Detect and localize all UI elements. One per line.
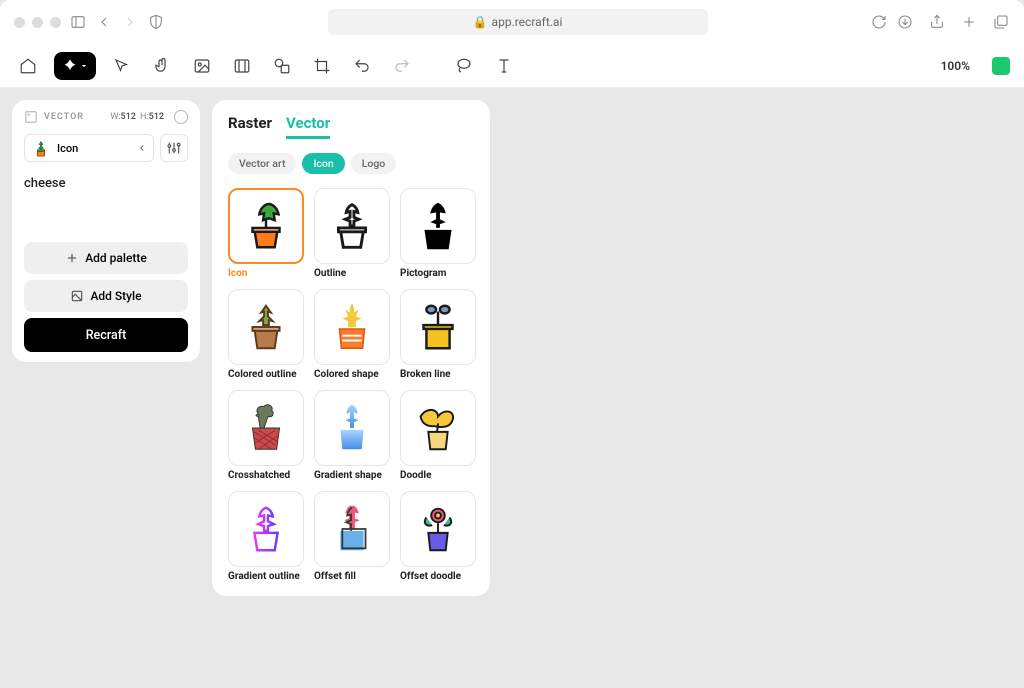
text-tool-icon[interactable] xyxy=(490,52,518,80)
url-bar[interactable]: 🔒 app.recraft.ai xyxy=(328,9,708,35)
style-label-doodle: Doodle xyxy=(400,470,476,481)
style-card-gradient-outline[interactable] xyxy=(228,491,304,567)
tabs-icon[interactable] xyxy=(992,13,1010,31)
shield-icon[interactable] xyxy=(147,13,165,31)
height-value[interactable]: 512 xyxy=(149,112,164,122)
add-style-button[interactable]: Add Style xyxy=(24,280,188,312)
home-icon[interactable] xyxy=(14,52,42,80)
nav-back-icon[interactable] xyxy=(95,13,113,31)
style-label: Icon xyxy=(57,142,78,155)
tab-raster[interactable]: Raster xyxy=(228,114,272,139)
style-label-outline: Outline xyxy=(314,268,390,279)
image-tool-icon[interactable] xyxy=(188,52,216,80)
style-card-gradient-shape[interactable] xyxy=(314,390,390,466)
history-icon[interactable] xyxy=(174,110,188,124)
main-area: VECTOR W:512 H:512 Icon cheese Add palet… xyxy=(0,88,1024,688)
traffic-lights xyxy=(14,17,61,28)
crop-tool-icon[interactable] xyxy=(308,52,336,80)
style-selector[interactable]: Icon xyxy=(24,134,154,162)
prompt-input[interactable]: cheese xyxy=(24,176,188,236)
redo-icon[interactable] xyxy=(388,52,416,80)
plus-icon xyxy=(65,251,79,265)
style-label-colored-outline: Colored outline xyxy=(228,369,304,380)
style-card-outline[interactable] xyxy=(314,188,390,264)
style-label-gradient-shape: Gradient shape xyxy=(314,470,390,481)
lasso-tool-icon[interactable] xyxy=(450,52,478,80)
style-card-crosshatched[interactable] xyxy=(228,390,304,466)
lock-icon: 🔒 xyxy=(473,15,488,29)
traffic-close[interactable] xyxy=(14,17,25,28)
mode-label: VECTOR xyxy=(44,112,84,122)
chip-logo[interactable]: Logo xyxy=(351,153,397,174)
traffic-min[interactable] xyxy=(32,17,43,28)
traffic-max[interactable] xyxy=(50,17,61,28)
style-label-colored-shape: Colored shape xyxy=(314,369,390,380)
settings-button[interactable] xyxy=(160,134,188,162)
style-card-broken-line[interactable] xyxy=(400,289,476,365)
sliders-icon xyxy=(166,140,182,156)
style-label-pictogram: Pictogram xyxy=(400,268,476,279)
url-text: app.recraft.ai xyxy=(492,15,563,29)
app-toolbar: 100% xyxy=(0,44,1024,88)
style-label-gradient-outline: Gradient outline xyxy=(228,571,304,582)
hand-tool-icon[interactable] xyxy=(148,52,176,80)
add-palette-button[interactable]: Add palette xyxy=(24,242,188,274)
style-card-doodle[interactable] xyxy=(400,390,476,466)
style-label-icon: Icon xyxy=(228,268,304,279)
width-value[interactable]: 512 xyxy=(121,112,136,122)
chip-icon[interactable]: Icon xyxy=(302,153,344,174)
style-label-broken-line: Broken line xyxy=(400,369,476,380)
style-card-icon[interactable] xyxy=(228,188,304,264)
style-label-crosshatched: Crosshatched xyxy=(228,470,304,481)
sidebar: VECTOR W:512 H:512 Icon cheese Add palet… xyxy=(12,100,200,362)
reload-icon[interactable] xyxy=(870,13,888,31)
browser-bar: 🔒 app.recraft.ai xyxy=(0,0,1024,44)
style-card-pictogram[interactable] xyxy=(400,188,476,264)
style-card-offset-doodle[interactable] xyxy=(400,491,476,567)
tab-vector[interactable]: Vector xyxy=(286,114,330,139)
style-panel: Raster Vector Vector art Icon Logo Icon … xyxy=(212,100,490,596)
recraft-button[interactable]: Recraft xyxy=(24,318,188,352)
frame-tool-icon[interactable] xyxy=(228,52,256,80)
download-icon[interactable] xyxy=(896,13,914,31)
new-tab-icon[interactable] xyxy=(960,13,978,31)
style-label-offset-fill: Offset fill xyxy=(314,571,390,582)
chevron-left-icon xyxy=(137,143,147,153)
style-card-colored-shape[interactable] xyxy=(314,289,390,365)
sidebar-toggle-icon[interactable] xyxy=(69,13,87,31)
undo-icon[interactable] xyxy=(348,52,376,80)
share-icon[interactable] xyxy=(928,13,946,31)
style-thumb-icon xyxy=(31,138,51,158)
vector-mode-icon xyxy=(24,110,38,124)
brand-badge[interactable] xyxy=(992,57,1010,75)
shapes-tool-icon[interactable] xyxy=(268,52,296,80)
style-grid: Icon Outline Pictogram Colored outline C… xyxy=(228,188,474,582)
zoom-level[interactable]: 100% xyxy=(941,59,970,73)
select-tool-icon[interactable] xyxy=(108,52,136,80)
nav-forward-icon[interactable] xyxy=(121,13,139,31)
style-card-colored-outline[interactable] xyxy=(228,289,304,365)
style-card-offset-fill[interactable] xyxy=(314,491,390,567)
style-label-offset-doodle: Offset doodle xyxy=(400,571,476,582)
style-icon xyxy=(70,289,84,303)
generate-tool[interactable] xyxy=(54,52,96,80)
chip-vector-art[interactable]: Vector art xyxy=(228,153,296,174)
